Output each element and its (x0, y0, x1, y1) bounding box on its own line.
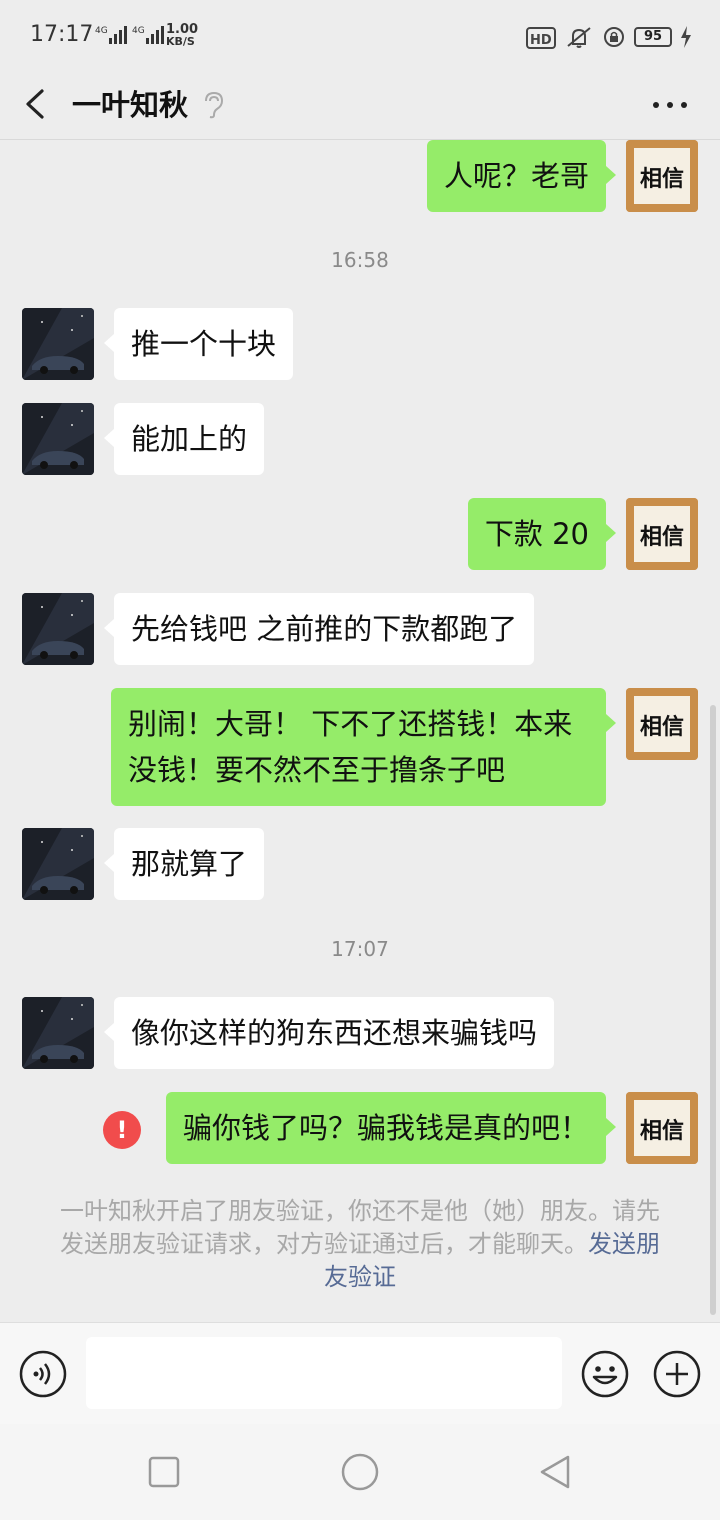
rotation-lock-icon (604, 27, 624, 47)
more-dots-icon[interactable] (650, 94, 690, 116)
friend-verification-notice: 一叶知秋开启了朋友验证，你还不是他（她）朋友。请先发送朋友验证请求，对方验证通过… (56, 1195, 664, 1294)
self-avatar[interactable]: 相信 (626, 498, 698, 570)
system-nav-bar (0, 1424, 720, 1520)
scrollbar[interactable] (710, 705, 716, 1315)
status-icons: HD 95 (526, 24, 692, 50)
contact-avatar[interactable] (22, 828, 94, 900)
self-avatar-text: 相信 (640, 524, 684, 550)
signal-icon: 4G (132, 26, 164, 44)
network-type-label-2: 4G (132, 26, 145, 36)
battery-indicator: 95 (634, 27, 672, 47)
emoji-icon[interactable] (580, 1349, 630, 1399)
speed-unit: KB/S (166, 35, 195, 48)
self-avatar-text: 相信 (640, 1118, 684, 1144)
mute-bell-icon (567, 27, 591, 48)
received-message-bubble[interactable]: 推一个十块 (103, 308, 294, 380)
square-icon[interactable] (144, 1452, 184, 1492)
status-bar: 17:17 4G 4G 1.00 KB/S HD 95 (0, 0, 720, 70)
chat-header: 一叶知秋 (0, 70, 720, 140)
contact-avatar[interactable] (22, 308, 94, 380)
contact-avatar[interactable] (22, 403, 94, 475)
received-message-bubble[interactable]: 能加上的 (103, 403, 265, 475)
network-speed: 1.00 KB/S (166, 23, 198, 47)
network-type-label-1: 4G (95, 26, 108, 36)
hd-label: HD (530, 33, 552, 48)
received-message-bubble[interactable]: 那就算了 (103, 828, 265, 900)
sent-message-bubble[interactable]: 人呢？老哥 (426, 140, 617, 212)
notice-text: 一叶知秋开启了朋友验证，你还不是他（她）朋友。请先发送朋友验证请求，对方验证通过… (60, 1197, 660, 1258)
contact-avatar[interactable] (22, 593, 94, 665)
message-input[interactable] (86, 1337, 562, 1409)
sent-message-bubble[interactable]: 下款 20 (467, 498, 617, 570)
ear-icon (205, 91, 224, 119)
self-avatar-text: 相信 (640, 714, 684, 740)
timestamp: 16:58 (331, 248, 389, 272)
chat-area[interactable]: 人呢？老哥 相信 16:58 推一个十块 能加上的 下款 20 相信 先给钱吧 … (0, 140, 720, 1322)
triangle-back-icon[interactable] (536, 1452, 576, 1492)
self-avatar[interactable]: 相信 (626, 688, 698, 760)
chevron-left-icon[interactable] (20, 84, 56, 124)
sent-message-bubble[interactable]: 骗你钱了吗？骗我钱是真的吧！ (165, 1092, 617, 1164)
sent-message-bubble[interactable]: 别闹！大哥！ 下不了还搭钱！本来没钱！要不然不至于撸条子吧 (111, 688, 616, 806)
self-avatar-text: 相信 (640, 166, 684, 192)
contact-avatar[interactable] (22, 997, 94, 1069)
chat-title[interactable]: 一叶知秋 (72, 80, 188, 130)
voice-icon[interactable] (18, 1349, 68, 1399)
received-message-bubble[interactable]: 像你这样的狗东西还想来骗钱吗 (103, 997, 555, 1069)
circle-icon[interactable] (340, 1452, 380, 1492)
status-time: 17:17 (30, 22, 94, 47)
received-message-bubble[interactable]: 先给钱吧 之前推的下款都跑了 (103, 593, 535, 665)
self-avatar[interactable]: 相信 (626, 140, 698, 212)
charging-icon (681, 26, 691, 48)
hd-volte-icon: HD (526, 27, 556, 49)
input-bar (0, 1322, 720, 1424)
self-avatar[interactable]: 相信 (626, 1092, 698, 1164)
signal-icon: 4G (95, 26, 127, 44)
timestamp: 17:07 (331, 937, 389, 961)
plus-icon[interactable] (652, 1349, 702, 1399)
send-failed-icon[interactable]: ! (103, 1111, 141, 1149)
